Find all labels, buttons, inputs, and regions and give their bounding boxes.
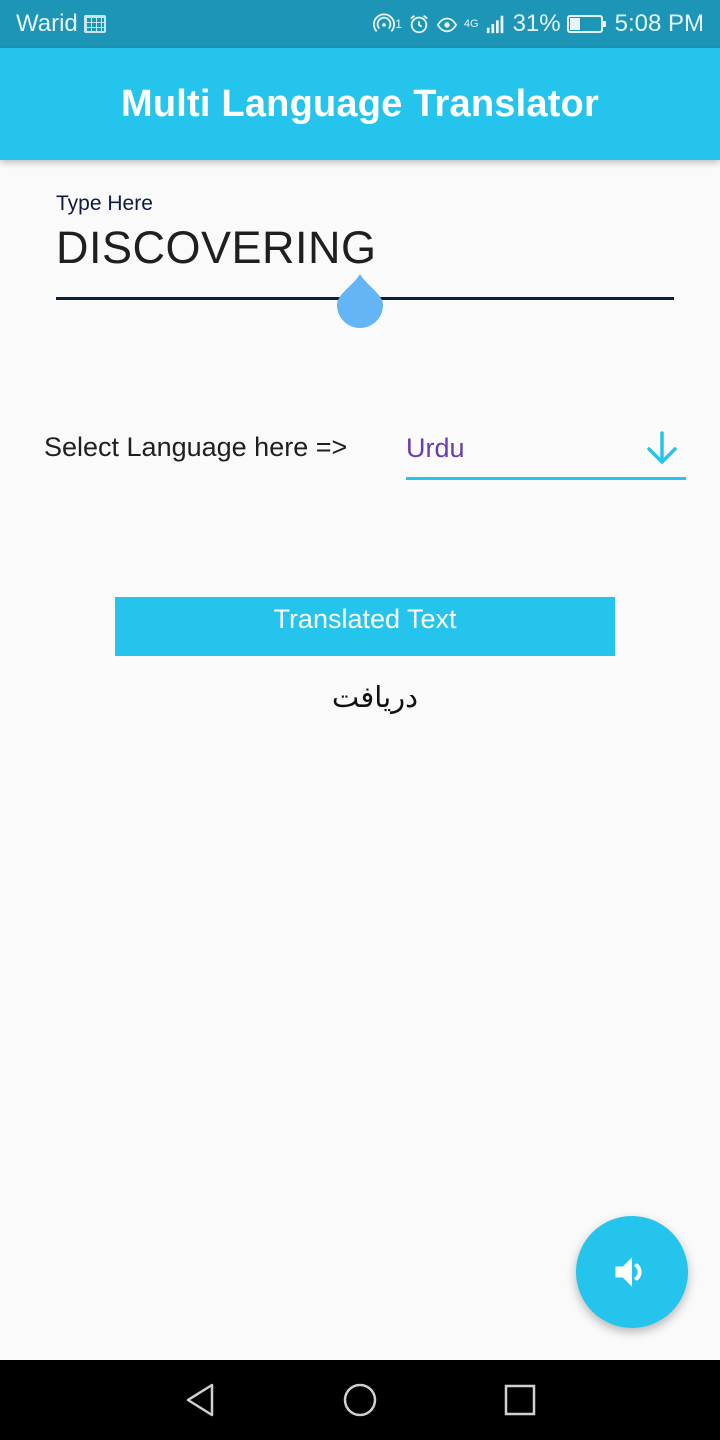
navigation-bar — [0, 1360, 720, 1440]
back-icon[interactable] — [180, 1380, 220, 1420]
keyboard-icon — [83, 15, 106, 33]
notification-count: 1 — [395, 17, 402, 31]
text-input[interactable]: DISCOVERING — [56, 222, 377, 274]
language-dropdown[interactable]: Urdu — [406, 424, 686, 480]
translated-text-title: Translated Text — [273, 604, 457, 634]
text-selection-handle-icon[interactable] — [337, 274, 383, 328]
volume-up-icon — [615, 1257, 642, 1287]
status-bar: Warid 1 4G 31% 5:08 PM — [0, 0, 720, 48]
battery-percent: 31% — [512, 10, 561, 37]
alarm-icon — [410, 15, 428, 34]
speak-button[interactable] — [576, 1216, 688, 1328]
input-label: Type Here — [56, 192, 153, 215]
app-title: Multi Language Translator — [121, 82, 599, 125]
translated-output: دریافت — [331, 680, 419, 714]
translated-text-header: Translated Text — [115, 597, 615, 656]
carrier-name: Warid — [16, 10, 78, 37]
home-icon[interactable] — [340, 1380, 380, 1420]
selected-language: Urdu — [406, 433, 465, 463]
clock: 5:08 PM — [614, 10, 704, 37]
app-bar: Multi Language Translator — [0, 48, 720, 160]
language-label: Select Language here => — [44, 432, 348, 462]
hotspot-icon — [373, 13, 396, 32]
eye-comfort-icon — [436, 17, 458, 33]
recents-icon[interactable] — [500, 1380, 540, 1420]
arrow-down-icon[interactable] — [644, 430, 680, 466]
battery-icon — [566, 15, 606, 33]
signal-icon — [486, 15, 503, 34]
network-type: 4G — [463, 18, 479, 30]
